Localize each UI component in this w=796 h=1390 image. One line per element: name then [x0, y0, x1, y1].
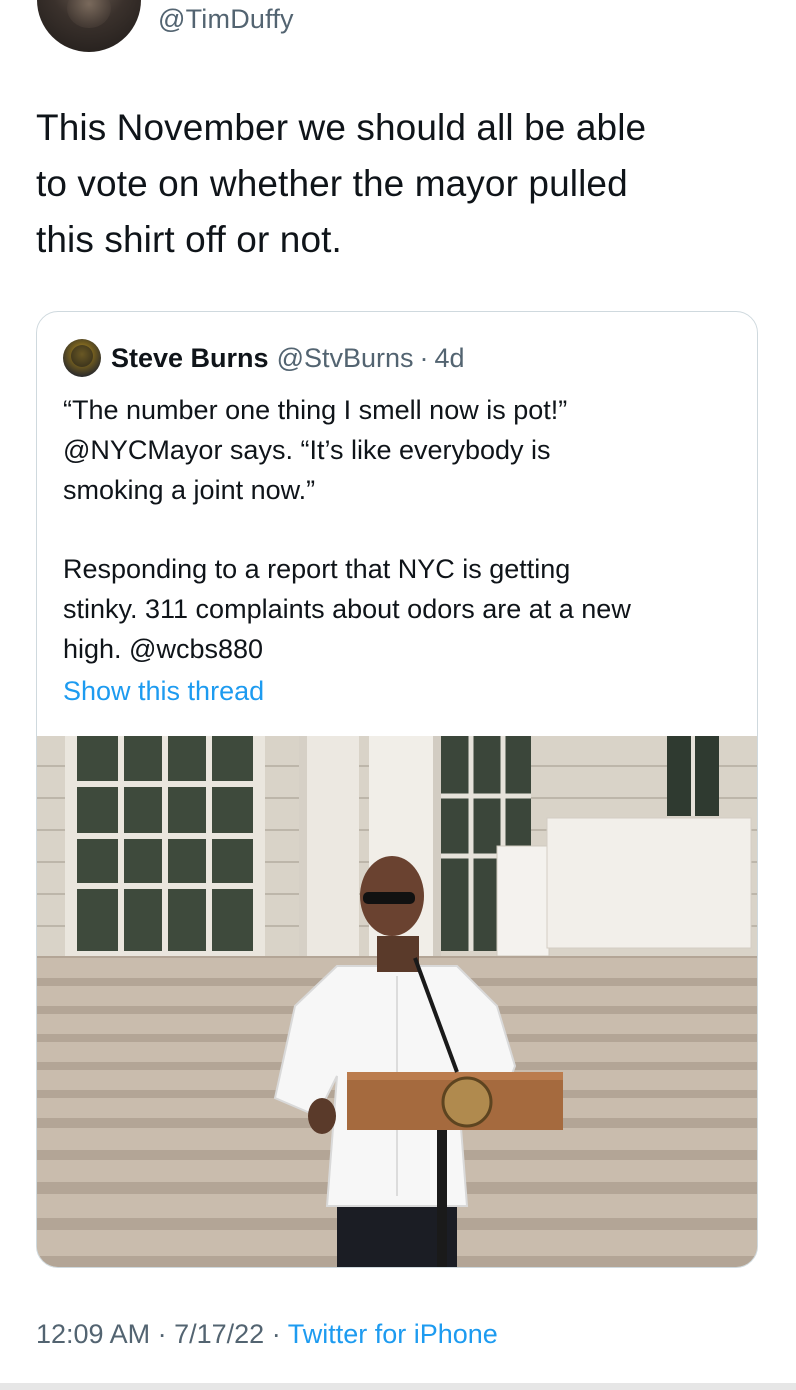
quoted-author-avatar [63, 339, 101, 377]
tweet-meta: 12:09 AM · 7/17/22 · Twitter for iPhone [36, 1319, 498, 1350]
quoted-tweet-text: “The number one thing I smell now is pot… [63, 390, 743, 669]
quoted-text-line: smoking a joint now.” [63, 475, 316, 505]
quoted-tweet-header: Steve Burns @StvBurns · 4d [63, 338, 465, 378]
author-handle[interactable]: @TimDuffy [158, 4, 294, 35]
bottom-divider [0, 1383, 796, 1390]
separator-dot: · [157, 1319, 167, 1349]
tweet-text: This November we should all be able to v… [36, 100, 756, 268]
quoted-text-line: Responding to a report that NYC is getti… [63, 554, 571, 584]
quoted-tweet-photo[interactable] [37, 736, 757, 1267]
tweet-text-line: This November we should all be able [36, 107, 647, 148]
photo-illustration [37, 736, 757, 1267]
quoted-tweet-age: 4d [434, 342, 465, 373]
author-avatar[interactable] [37, 0, 141, 52]
separator-dot: · [419, 342, 429, 373]
separator-dot: · [271, 1319, 281, 1349]
tweet-date[interactable]: 7/17/22 [174, 1319, 264, 1349]
quoted-author-handle: @StvBurns [276, 342, 414, 373]
tweet-text-line: this shirt off or not. [36, 219, 342, 260]
quoted-author-name: Steve Burns [111, 342, 269, 373]
quoted-text-line: stinky. 311 complaints about odors are a… [63, 594, 631, 624]
tweet-text-line: to vote on whether the mayor pulled [36, 163, 628, 204]
quoted-text-line: high. @wcbs880 [63, 634, 264, 664]
show-thread-link[interactable]: Show this thread [63, 676, 264, 707]
quoted-tweet-card[interactable]: Steve Burns @StvBurns · 4d “The number o… [36, 311, 758, 1268]
tweet-time[interactable]: 12:09 AM [36, 1319, 150, 1349]
quoted-text-line: @NYCMayor says. “It’s like everybody is [63, 435, 551, 465]
tweet-detail-page: @TimDuffy This November we should all be… [0, 0, 796, 1390]
tweet-source-link[interactable]: Twitter for iPhone [288, 1319, 498, 1349]
quoted-text-line: “The number one thing I smell now is pot… [63, 395, 568, 425]
tweet-author-row: @TimDuffy [0, 0, 796, 60]
